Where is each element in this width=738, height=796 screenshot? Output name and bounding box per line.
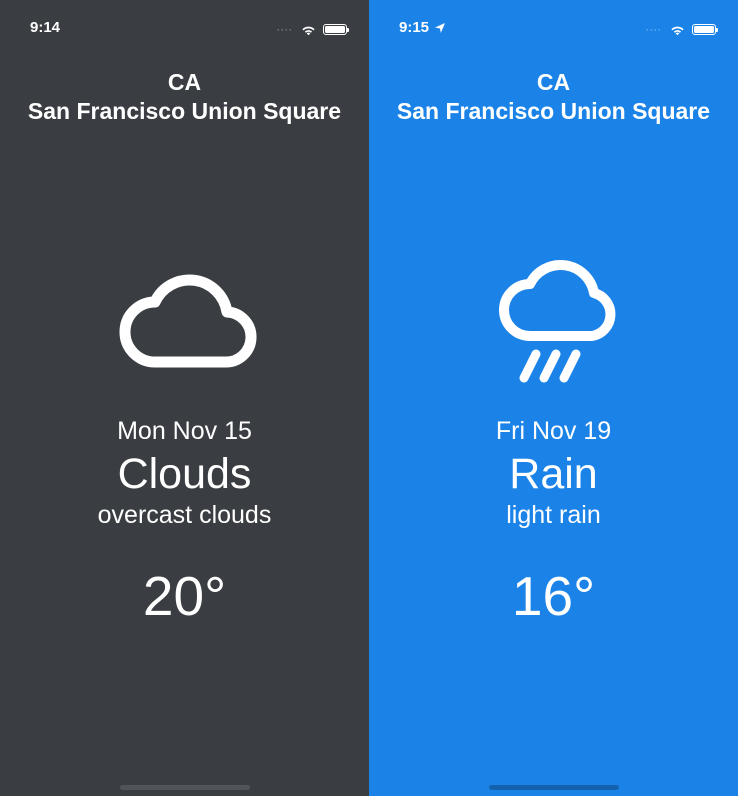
weather-date: Mon Nov 15	[117, 417, 252, 446]
status-left: 9:14	[30, 19, 60, 36]
weather-block: Fri Nov 19 Rain light rain 16°	[369, 261, 738, 796]
home-indicator[interactable]	[489, 785, 619, 790]
location-state: CA	[369, 68, 738, 97]
weather-subcondition: overcast clouds	[98, 501, 272, 530]
status-time: 9:15	[399, 19, 429, 36]
status-bar: 9:14 ····	[0, 0, 369, 36]
status-bar: 9:15 ····	[369, 0, 738, 36]
cloud-rain-icon	[474, 261, 634, 391]
status-time: 9:14	[30, 19, 60, 36]
location-city: San Francisco Union Square	[369, 97, 738, 126]
wifi-icon	[669, 23, 686, 36]
cellular-dots-icon: ····	[646, 25, 662, 35]
location-city: San Francisco Union Square	[0, 97, 369, 126]
location-header: CA San Francisco Union Square	[369, 68, 738, 126]
weather-condition: Clouds	[118, 450, 252, 499]
battery-icon	[323, 24, 347, 35]
wifi-icon	[300, 23, 317, 36]
weather-screen-dark: 9:14 ···· CA San Francisco Union Square …	[0, 0, 369, 796]
weather-block: Mon Nov 15 Clouds overcast clouds 20°	[0, 261, 369, 796]
location-arrow-icon	[434, 22, 446, 34]
status-right: ····	[277, 23, 347, 36]
weather-temperature: 16°	[512, 564, 595, 628]
weather-screen-blue: 9:15 ···· CA San Francisco Union Square	[369, 0, 738, 796]
status-left: 9:15	[399, 19, 446, 36]
cellular-dots-icon: ····	[277, 25, 293, 35]
weather-temperature: 20°	[143, 564, 226, 628]
battery-icon	[692, 24, 716, 35]
location-state: CA	[0, 68, 369, 97]
cloud-icon	[105, 261, 265, 391]
location-header: CA San Francisco Union Square	[0, 68, 369, 126]
weather-condition: Rain	[509, 450, 597, 499]
status-right: ····	[646, 23, 716, 36]
weather-date: Fri Nov 19	[496, 417, 611, 446]
weather-subcondition: light rain	[506, 501, 601, 530]
home-indicator[interactable]	[120, 785, 250, 790]
